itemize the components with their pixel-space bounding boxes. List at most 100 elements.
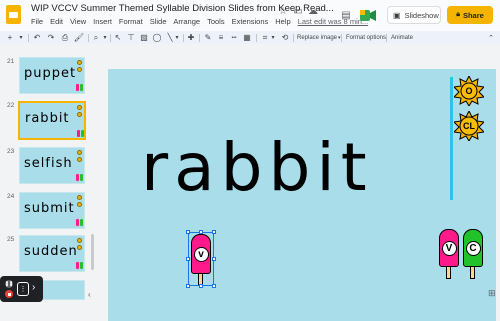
star-icon[interactable]: ☆ [276,4,290,18]
menu-view[interactable]: View [70,17,86,26]
resize-handle[interactable] [212,230,216,234]
present-icon: ▣ [393,10,401,20]
popsicle-icon [76,174,79,181]
pause-icon[interactable]: ❚❚ [5,280,13,288]
stop-recording-icon[interactable] [5,290,13,298]
replace-image-button[interactable]: Replace image ▾ [297,31,341,44]
comments-icon[interactable]: ▤ [339,8,353,22]
share-button[interactable]: 🔒︎ Share [447,6,493,24]
slide-thumbnail[interactable]: selfish [19,147,85,184]
resize-handle[interactable] [186,257,190,261]
text-box-icon[interactable]: ⊤ [125,31,137,44]
thumbnail-word: sudden [24,244,78,259]
new-slide-dropdown-icon[interactable]: ▾ [17,31,25,44]
move-folder-icon[interactable]: ▭ [291,4,305,18]
thumbnail-word: submit [24,201,75,216]
slide-number: 23 [7,148,15,155]
slide-filmstrip[interactable]: 21 puppet 22 rabbit 23 selfish 24 submit… [0,44,97,305]
new-slide-icon[interactable]: + [4,31,16,44]
menu-insert[interactable]: Insert [93,17,112,26]
border-weight-icon[interactable]: ≡ [215,31,227,44]
popsicle-c[interactable]: C [463,229,483,279]
expand-notes-icon[interactable]: ⊞ [488,288,498,298]
cloud-status-icon[interactable]: ☁ [306,4,320,18]
replace-image-label: Replace image [297,34,338,41]
menu-slide[interactable]: Slide [150,17,167,26]
slideshow-button[interactable]: ▣ Slideshow [387,6,441,24]
slide-number: 22 [7,102,15,109]
border-dash-icon[interactable]: ┅ [228,31,240,44]
comment-add-icon[interactable]: ✚ [185,31,197,44]
slide-main-word[interactable]: rabbit [141,135,373,201]
menu-tools[interactable]: Tools [207,17,225,26]
toolbar: + ▾ ↶ ↷ ⎙ 🖌︎ ⌕ ▾ ↖ ⊤ ▨ ◯ ╲ ▾ ✚ ✎ ≡ ┅ ▦ ⌗… [0,31,500,44]
popsicle-letter: V [441,240,457,256]
camera-toggle-icon[interactable]: ⋮ [17,282,29,296]
toolbar-divider [256,34,257,42]
paint-format-icon[interactable]: 🖌︎ [73,31,85,44]
reset-image-icon[interactable]: ⟲ [279,31,291,44]
selection-box[interactable] [186,230,216,288]
meet-icon[interactable] [359,8,377,22]
sun-badge-label: CL [463,121,475,131]
chevron-right-icon[interactable]: › [32,282,35,293]
menu-file[interactable]: File [31,17,43,26]
undo-icon[interactable]: ↶ [31,31,43,44]
sun-badge-cl[interactable]: CL [452,109,486,142]
toolbar-divider [341,34,342,42]
popsicle-v[interactable]: V [439,229,459,279]
divider-bar[interactable] [450,77,453,200]
resize-handle[interactable] [212,257,216,261]
mask-dropdown-icon[interactable]: ▾ [269,31,277,44]
menu-help[interactable]: Help [275,17,290,26]
recording-widget[interactable]: ❚❚ ⋮ › [0,276,43,302]
slide-thumbnail-selected[interactable]: rabbit [18,101,86,140]
app-header: WIP VCCV Summer Themed Syllable Division… [0,0,500,31]
slide-thumbnail[interactable]: sudden [19,235,85,272]
slides-logo-icon[interactable] [6,5,21,24]
line-dropdown-icon[interactable]: ▾ [173,31,181,44]
collapse-toolbar-icon[interactable]: ⌃ [485,31,497,44]
popsicle-icon [76,219,79,226]
select-pointer-icon[interactable]: ↖ [112,31,124,44]
menu-arrange[interactable]: Arrange [173,17,200,26]
toolbar-divider [183,34,184,42]
alt-text-icon[interactable]: ▦ [241,31,253,44]
menu-extensions[interactable]: Extensions [232,17,269,26]
menu-bar: File Edit View Insert Format Slide Arran… [31,17,368,26]
popsicle-icon [80,174,83,181]
popsicle-icon [77,130,80,137]
resize-handle[interactable] [212,284,216,288]
print-icon[interactable]: ⎙ [59,31,71,44]
toolbar-divider [386,34,387,42]
menu-edit[interactable]: Edit [50,17,63,26]
border-color-icon[interactable]: ✎ [202,31,214,44]
resize-handle[interactable] [199,284,203,288]
menu-format[interactable]: Format [119,17,143,26]
sun-badge-o[interactable]: O [452,74,486,107]
resize-handle[interactable] [186,230,190,234]
resize-handle[interactable] [199,230,203,234]
last-edit-link[interactable]: Last edit was 8 min... [298,17,368,26]
thumbnail-word: selfish [24,156,73,171]
popsicle-icon [81,130,84,137]
sun-icon [77,60,82,65]
popsicle-icon [76,262,79,269]
filmstrip-scrollbar[interactable] [91,234,94,270]
shape-icon[interactable]: ◯ [151,31,163,44]
thumbnail-word: rabbit [25,111,70,126]
redo-icon[interactable]: ↷ [45,31,57,44]
animate-button[interactable]: Animate [391,31,413,44]
slide-number: 21 [7,58,15,65]
popsicle-icon [80,84,83,91]
resize-handle[interactable] [186,284,190,288]
slide[interactable]: rabbit O CL v V C [108,69,496,321]
toolbar-divider [88,34,89,42]
popsicle-stick [446,267,451,279]
zoom-dropdown-icon[interactable]: ▾ [101,31,109,44]
slide-thumbnail[interactable]: submit [19,192,85,229]
format-options-button[interactable]: Format options [346,31,386,44]
collapse-filmstrip-icon[interactable]: ‹ [88,290,91,299]
slide-thumbnail[interactable]: puppet [19,57,85,94]
insert-image-icon[interactable]: ▨ [138,31,150,44]
